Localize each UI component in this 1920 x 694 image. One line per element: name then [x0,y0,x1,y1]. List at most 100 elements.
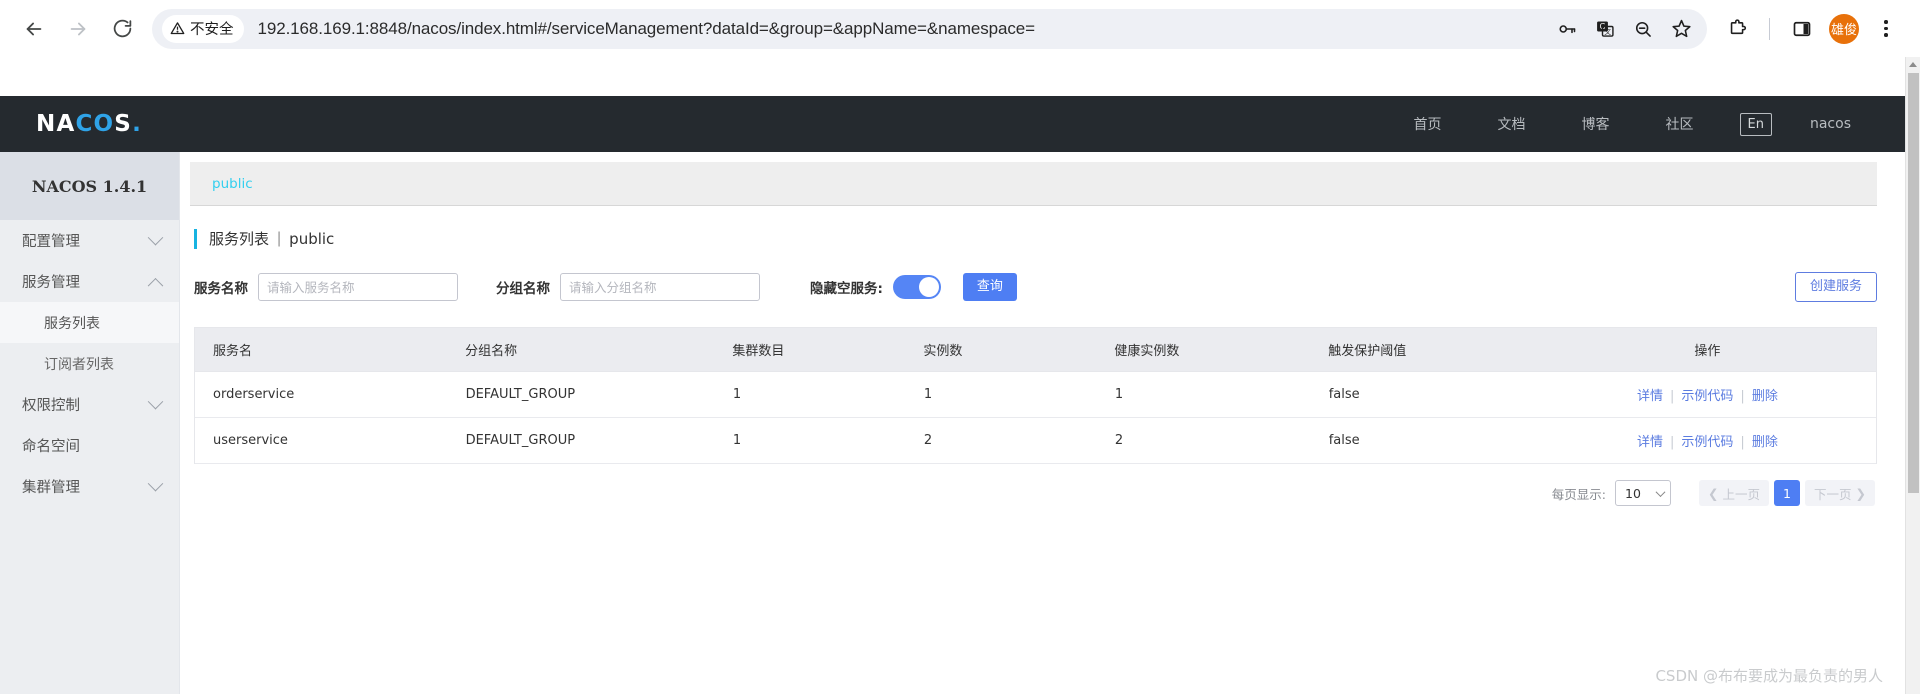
sidebar-item-label: 权限控制 [22,398,80,414]
page-size-select[interactable]: 10 [1615,480,1671,506]
profile-button[interactable]: 雄俊 [1824,9,1864,49]
security-status-label: 不安全 [190,22,234,38]
sample-code-link[interactable]: 示例代码 [1681,435,1733,450]
page-viewport: NA CO S. 首页 文档 博客 社区 En nacos NACOS 1.4.1 … [0,57,1920,694]
table-row: orderservice DEFAULT_GROUP 1 1 1 false 详… [195,371,1876,418]
column-cluster-count: 集群数目 [714,328,906,372]
address-bar[interactable]: 不安全 192.168.169.1:8848/nacos/index.html#… [152,8,1707,49]
sidebar-item-label: 配置管理 [22,234,80,250]
service-name-label: 服务名称 [194,281,248,297]
nav-item-blog[interactable]: 博客 [1554,114,1638,134]
url-text[interactable]: 192.168.169.1:8848/nacos/index.html#/ser… [258,19,1550,39]
sample-code-link[interactable]: 示例代码 [1681,389,1733,404]
detail-link[interactable]: 详情 [1637,389,1663,404]
group-name-input[interactable] [560,273,760,301]
password-key-icon [1559,24,1576,33]
table-body: orderservice DEFAULT_GROUP 1 1 1 false 详… [195,371,1876,464]
logo-part-co: CO [75,111,115,137]
sidebar-item-service-list[interactable]: 服务列表 [0,302,179,343]
side-panel-button[interactable] [1782,9,1822,49]
sidebar-item-label: 命名空间 [22,439,80,455]
zoom-out-icon [1635,21,1651,37]
table-row: userservice DEFAULT_GROUP 1 2 2 false 详情… [195,417,1876,464]
back-arrow-icon [26,22,42,35]
forward-button[interactable] [58,9,98,49]
chevron-left-icon: ❮ [1708,485,1719,501]
hide-empty-service-toggle[interactable] [892,275,941,299]
sidebar-item-label: 服务管理 [22,275,80,291]
back-button[interactable] [14,9,54,49]
omnibox-action-icons: G 文 [1549,11,1699,47]
search-button[interactable]: 查询 [962,273,1017,301]
sidebar-item-permission-control[interactable]: 权限控制 [0,384,179,425]
detail-link[interactable]: 详情 [1637,435,1663,450]
nav-item-home[interactable]: 首页 [1386,114,1470,134]
bookmark-star-icon [1671,19,1691,38]
cell-operations: 详情 | 示例代码 | 删除 [1539,371,1876,418]
delete-link[interactable]: 删除 [1752,389,1778,404]
browser-menu-button[interactable] [1866,9,1906,49]
nacos-top-nav: 首页 文档 博客 社区 En nacos [1386,112,1905,136]
column-instance-count: 实例数 [905,328,1097,372]
password-key-button[interactable] [1549,11,1585,47]
sidebar-item-config-management[interactable]: 配置管理 [0,220,179,261]
sidebar-item-label: 服务列表 [44,315,100,332]
forward-arrow-icon [70,22,86,35]
logo-dot: . [132,111,142,137]
zoom-out-button[interactable] [1625,11,1661,47]
chevron-up-icon [147,277,164,294]
translate-button[interactable]: G 文 [1587,11,1623,47]
page-top-gap [0,57,1905,96]
sidebar-item-label: 订阅者列表 [44,356,114,373]
cell-cluster-count: 1 [714,371,906,418]
scrollbar-thumb[interactable] [1908,73,1919,493]
delete-link[interactable]: 删除 [1752,435,1778,450]
cell-instance-count: 1 [905,371,1097,418]
prev-page-button[interactable]: ❮ 上一页 [1699,480,1769,506]
logo-part-na: NA [36,111,76,137]
sidebar-item-cluster-management[interactable]: 集群管理 [0,466,179,507]
nacos-logo[interactable]: NA CO S. [36,111,142,137]
cell-protect-threshold: false [1310,371,1540,418]
user-menu[interactable]: nacos [1790,116,1865,132]
create-service-button[interactable]: 创建服务 [1794,272,1877,302]
nav-item-community[interactable]: 社区 [1638,114,1722,134]
scroll-up-button[interactable] [1906,57,1920,72]
browser-toolbar: 不安全 192.168.169.1:8848/nacos/index.html#… [0,0,1920,57]
triangle-up-icon [1909,62,1917,67]
column-healthy-instance-count: 健康实例数 [1096,328,1311,372]
next-page-button[interactable]: 下一页 ❯ [1805,480,1875,506]
title-accent-bar [194,228,197,249]
next-page-label: 下一页 [1814,486,1852,502]
security-status-chip[interactable]: 不安全 [162,14,244,43]
page-title-block: 服务列表 | public [194,206,1877,249]
cell-healthy-instance-count: 1 [1096,371,1311,418]
bookmark-star-button[interactable] [1663,11,1699,47]
extensions-button[interactable] [1717,9,1757,49]
page-title: 服务列表 [209,230,270,248]
column-service-name: 服务名 [195,328,448,372]
language-switch-button[interactable]: En [1739,112,1772,136]
filter-toolbar: 服务名称 分组名称 隐藏空服务: 查询 创建服务 [190,249,1877,302]
nav-item-docs[interactable]: 文档 [1470,114,1554,134]
svg-text:文: 文 [1604,27,1611,36]
cell-cluster-count: 1 [714,417,906,464]
namespace-tab-public[interactable]: public [212,176,253,192]
vertical-scrollbar[interactable] [1905,57,1920,694]
page-number-1[interactable]: 1 [1774,480,1800,506]
group-name-label: 分组名称 [496,281,550,297]
nacos-body: NACOS 1.4.1 配置管理 服务管理 服务列表 订阅者列表 权限控制 命名… [0,152,1905,694]
sidebar-item-service-management[interactable]: 服务管理 [0,261,179,302]
service-name-input[interactable] [258,273,458,301]
translate-icon: G 文 [1597,21,1614,37]
reload-button[interactable] [102,9,142,49]
sidebar-item-namespace[interactable]: 命名空间 [0,425,179,466]
chevron-down-icon [1655,486,1666,497]
cell-protect-threshold: false [1310,417,1540,464]
column-group-name: 分组名称 [447,328,715,372]
chevron-down-icon [147,229,164,246]
main-content: public 服务列表 | public 服务名称 分组名称 [180,152,1905,694]
page-namespace-label: public [289,229,335,248]
side-panel-icon [1793,21,1811,36]
sidebar-item-subscriber-list[interactable]: 订阅者列表 [0,343,179,384]
